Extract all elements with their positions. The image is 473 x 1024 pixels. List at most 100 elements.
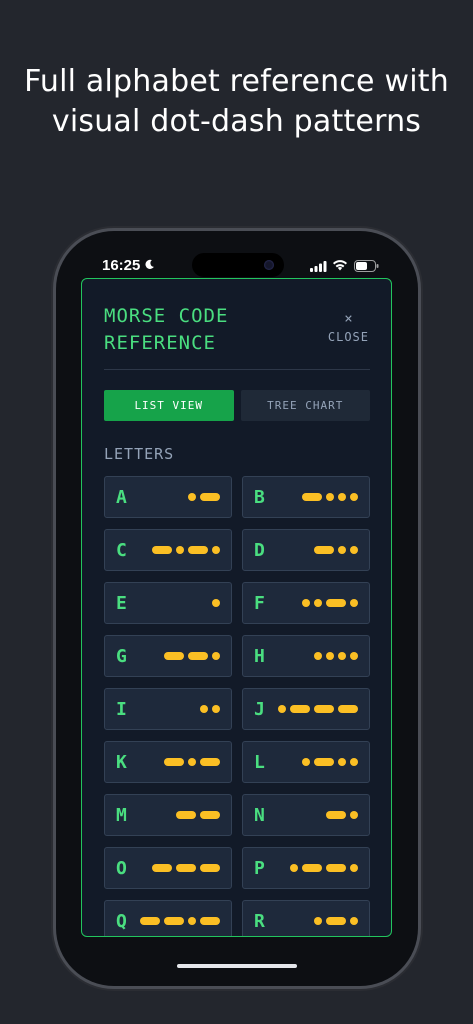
morse-dot	[350, 493, 358, 501]
morse-dot	[188, 917, 196, 925]
morse-dash	[152, 864, 172, 872]
close-label: CLOSE	[327, 330, 369, 344]
morse-dash	[200, 493, 220, 501]
morse-dash	[200, 758, 220, 766]
morse-dash	[188, 546, 208, 554]
letter-card-l[interactable]: L	[242, 741, 370, 783]
letter-card-m[interactable]: M	[104, 794, 232, 836]
letter-card-j[interactable]: J	[242, 688, 370, 730]
morse-dash	[290, 705, 310, 713]
letter-label: C	[116, 539, 127, 561]
letters-grid: A B C D E F G H I J K L M N O P Q R	[104, 476, 370, 936]
morse-pattern	[302, 758, 358, 766]
letter-label: J	[254, 698, 265, 720]
letter-card-p[interactable]: P	[242, 847, 370, 889]
morse-pattern	[188, 493, 220, 501]
letter-label: B	[254, 486, 265, 508]
tab-list-view[interactable]: LIST VIEW	[104, 390, 234, 421]
letter-card-b[interactable]: B	[242, 476, 370, 518]
morse-dash	[314, 758, 334, 766]
morse-pattern	[152, 546, 220, 554]
morse-dash	[326, 811, 346, 819]
letter-card-q[interactable]: Q	[104, 900, 232, 936]
letter-label: G	[116, 645, 127, 667]
morse-pattern	[302, 599, 358, 607]
letter-label: H	[254, 645, 265, 667]
letter-card-g[interactable]: G	[104, 635, 232, 677]
letter-card-a[interactable]: A	[104, 476, 232, 518]
letter-card-c[interactable]: C	[104, 529, 232, 571]
morse-pattern	[212, 599, 220, 607]
morse-dot	[188, 758, 196, 766]
morse-dash	[164, 758, 184, 766]
morse-dot	[188, 493, 196, 501]
page-title: MORSE CODE REFERENCE	[104, 305, 229, 354]
letter-label: F	[254, 592, 265, 614]
morse-dot	[338, 758, 346, 766]
morse-dot	[350, 546, 358, 554]
morse-pattern	[326, 811, 358, 819]
status-time: 16:25	[102, 257, 141, 274]
home-indicator[interactable]	[177, 964, 297, 968]
morse-dot	[350, 917, 358, 925]
letter-label: M	[116, 804, 127, 826]
morse-dot	[302, 758, 310, 766]
morse-dot	[278, 705, 286, 713]
dynamic-island	[192, 253, 284, 277]
morse-dot	[212, 599, 220, 607]
letter-card-e[interactable]: E	[104, 582, 232, 624]
letter-label: R	[254, 910, 265, 932]
letter-label: N	[254, 804, 265, 826]
morse-dash	[338, 705, 358, 713]
letter-card-d[interactable]: D	[242, 529, 370, 571]
morse-dot	[200, 705, 208, 713]
battery-icon	[354, 260, 379, 272]
letter-card-f[interactable]: F	[242, 582, 370, 624]
morse-dot	[314, 599, 322, 607]
letter-card-k[interactable]: K	[104, 741, 232, 783]
letter-label: E	[116, 592, 127, 614]
letter-card-h[interactable]: H	[242, 635, 370, 677]
morse-pattern	[314, 546, 358, 554]
close-button[interactable]: × CLOSE	[328, 311, 369, 344]
morse-dot	[326, 493, 334, 501]
morse-dot	[338, 546, 346, 554]
morse-dash	[164, 917, 184, 925]
moon-icon	[145, 259, 154, 269]
morse-dot	[350, 758, 358, 766]
letter-card-n[interactable]: N	[242, 794, 370, 836]
letter-label: L	[254, 751, 265, 773]
letter-label: A	[116, 486, 127, 508]
morse-dot	[176, 546, 184, 554]
morse-dot	[338, 652, 346, 660]
morse-pattern	[302, 493, 358, 501]
letter-card-r[interactable]: R	[242, 900, 370, 936]
morse-dash	[176, 864, 196, 872]
letter-label: O	[116, 857, 127, 879]
morse-dot	[212, 705, 220, 713]
morse-pattern	[140, 917, 220, 925]
morse-dot	[326, 652, 334, 660]
morse-dot	[350, 652, 358, 660]
morse-pattern	[176, 811, 220, 819]
morse-pattern	[200, 705, 220, 713]
morse-dash	[140, 917, 160, 925]
wifi-icon	[333, 260, 347, 271]
morse-dot	[212, 652, 220, 660]
letter-label: P	[254, 857, 265, 879]
close-icon: ×	[344, 311, 353, 327]
tab-tree-chart[interactable]: TREE CHART	[240, 390, 370, 421]
morse-dot	[350, 811, 358, 819]
morse-pattern	[164, 652, 220, 660]
morse-dot	[212, 546, 220, 554]
morse-dot	[338, 493, 346, 501]
morse-dot	[314, 652, 322, 660]
divider	[104, 369, 370, 370]
letter-card-o[interactable]: O	[104, 847, 232, 889]
morse-reference-panel: MORSE CODE REFERENCE × CLOSE LIST VIEW T…	[81, 278, 392, 937]
letter-card-i[interactable]: I	[104, 688, 232, 730]
morse-dash	[326, 864, 346, 872]
morse-pattern	[314, 652, 358, 660]
morse-pattern	[152, 864, 220, 872]
camera-icon	[264, 260, 274, 270]
